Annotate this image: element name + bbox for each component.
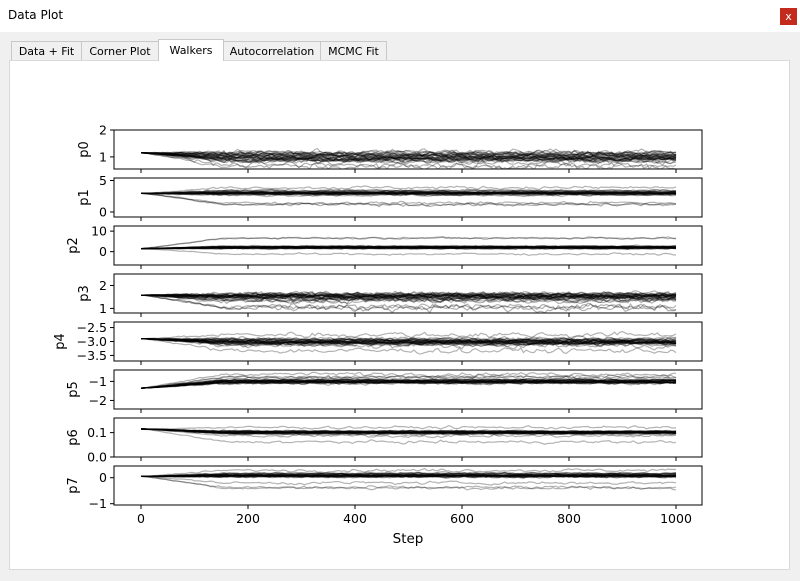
y-tick-label: 0 (99, 244, 107, 259)
y-tick-label: 0 (99, 204, 107, 219)
y-tick-label: −2 (89, 393, 107, 408)
y-tick-label: 0.1 (87, 425, 107, 440)
walker-traces-p4 (140, 330, 677, 355)
y-axis-label-p1: p1 (77, 189, 92, 206)
y-tick-label: 0.0 (87, 450, 107, 465)
walker-traces-p6 (140, 424, 677, 445)
walker-line (141, 330, 677, 340)
y-tick-label: 0 (99, 470, 107, 485)
walker-traces-p3 (140, 290, 677, 313)
panel-frame-p1 (113, 177, 703, 218)
y-axis-label-p4: p4 (53, 333, 68, 350)
y-tick-label: 1 (99, 149, 107, 164)
y-tick-label: 5 (99, 173, 107, 188)
y-tick-label: −1 (89, 374, 107, 389)
x-tick-label: 0 (137, 511, 145, 526)
y-axis-label-p3: p3 (77, 285, 92, 302)
y-tick-label: 2 (99, 278, 107, 293)
y-tick-label: 2 (99, 123, 107, 138)
x-axis-label: Step (393, 531, 424, 547)
walker-line (140, 424, 677, 430)
y-axis-label-p5: p5 (66, 381, 81, 398)
walker-traces-p1 (140, 185, 677, 208)
y-axis-label-p6: p6 (66, 429, 81, 446)
x-tick-label: 600 (450, 511, 474, 526)
y-axis-label-p0: p0 (77, 141, 92, 158)
y-tick-label: −2.5 (77, 320, 107, 335)
y-tick-label: 10 (91, 224, 107, 239)
walkers-chart: 1 2 p0 0 5 p1 0 10 p2 1 2 p3 −2.5−3.0−3.5 p4 −1 −2 p5 0.1… (53, 123, 703, 547)
walker-traces-p0 (140, 148, 677, 169)
tab-walkers[interactable]: Walkers (158, 39, 224, 61)
y-axis-label-p2: p2 (66, 237, 81, 254)
x-tick-label: 1000 (660, 511, 692, 526)
walker-traces-p5 (140, 371, 677, 389)
x-tick-label: 200 (236, 511, 260, 526)
x-tick-label: 400 (343, 511, 367, 526)
y-axis-label-p7: p7 (66, 477, 81, 494)
y-tick-label: −3.0 (77, 334, 107, 349)
x-tick-label: 800 (557, 511, 581, 526)
y-tick-label: 1 (99, 301, 107, 316)
y-tick-label: −1 (89, 496, 107, 511)
walker-traces-p2 (140, 236, 677, 257)
y-tick-label: −3.5 (77, 348, 107, 363)
walker-traces-p7 (140, 467, 677, 491)
